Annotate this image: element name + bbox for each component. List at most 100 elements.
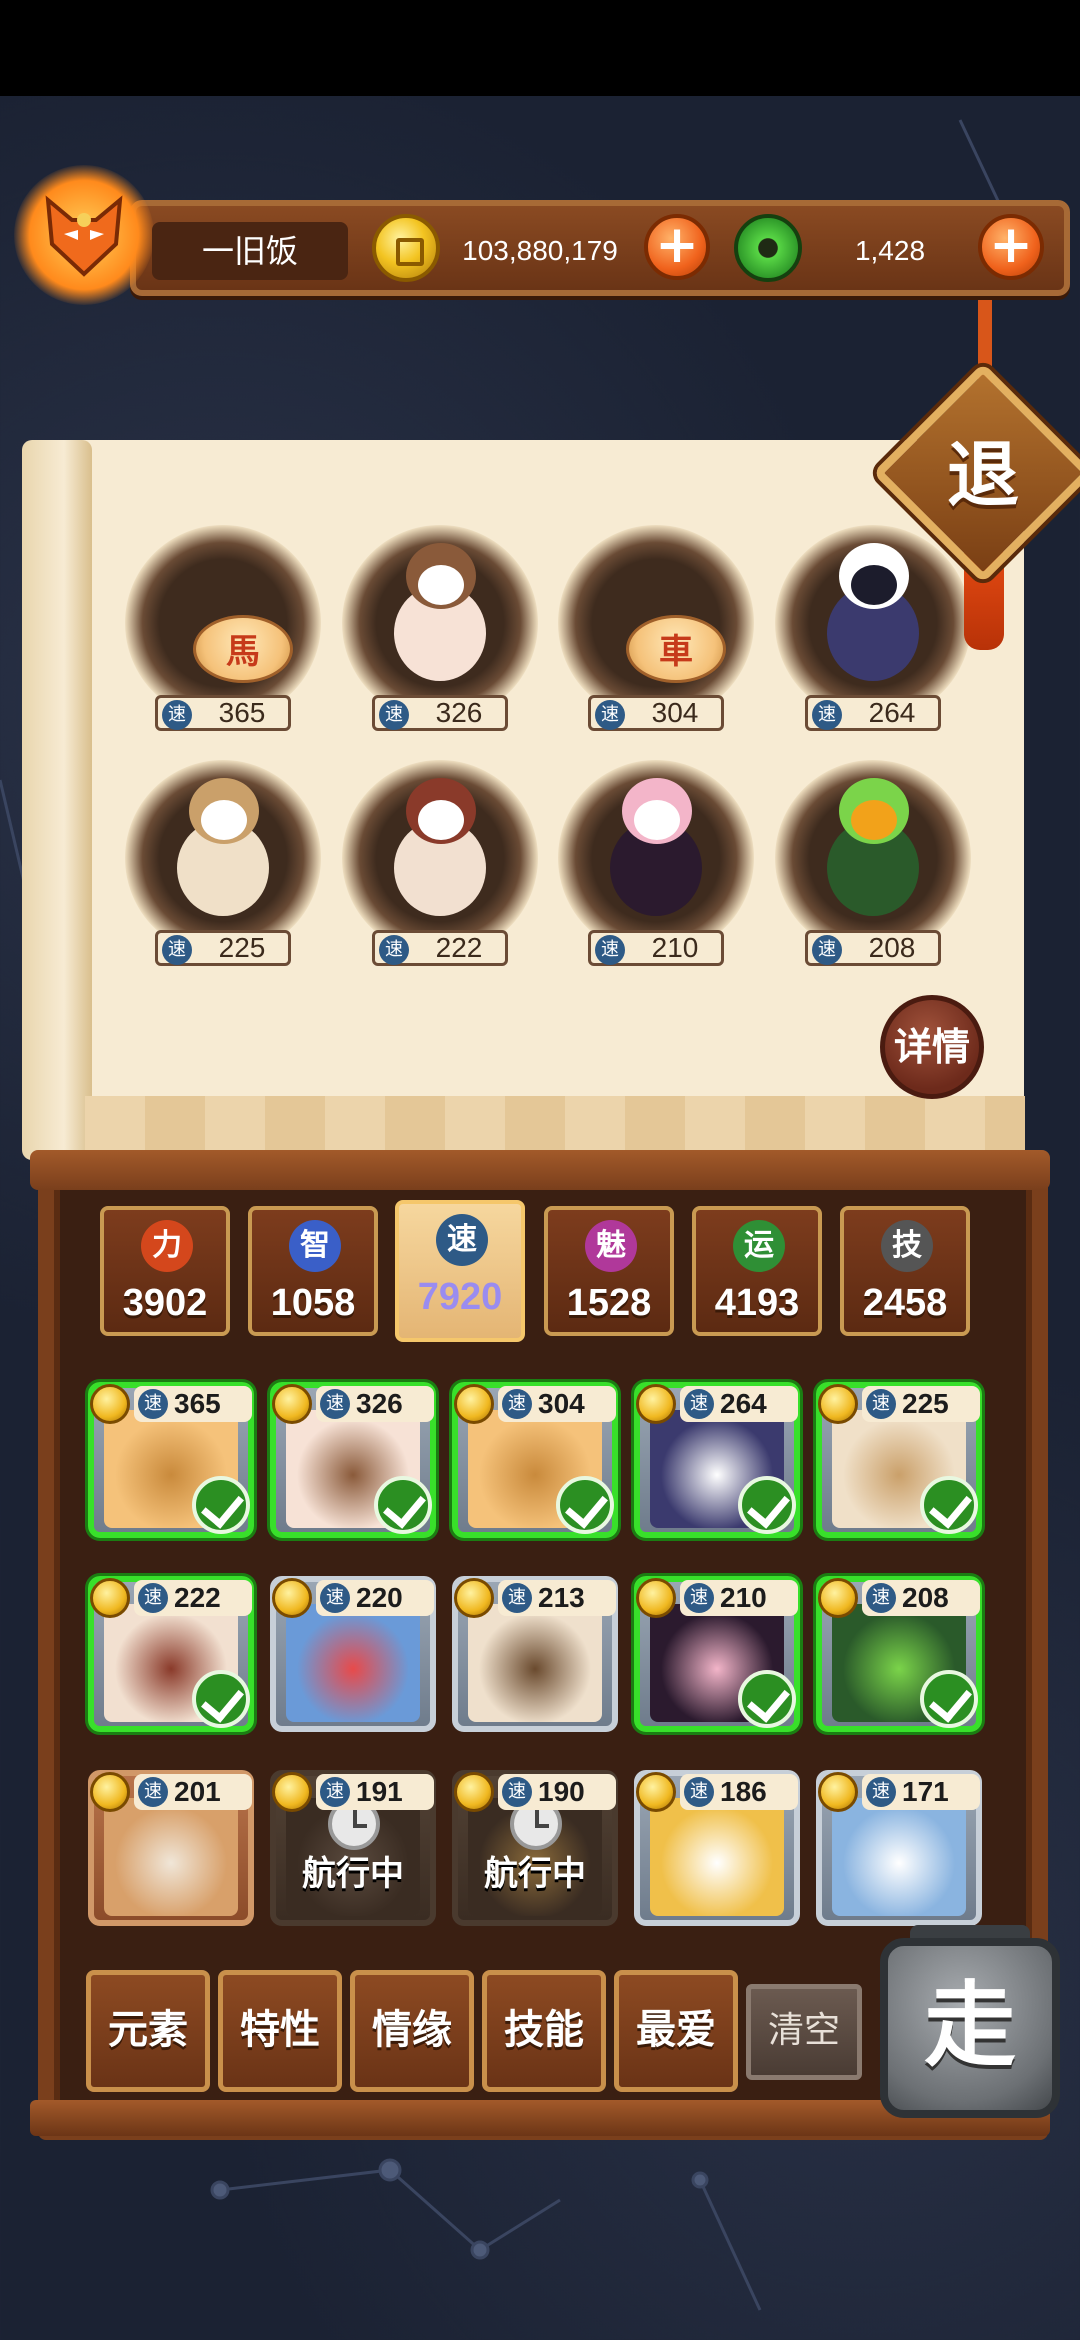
hero-portrait xyxy=(286,1604,420,1722)
lineup-slot[interactable]: 速 208 xyxy=(775,760,971,966)
star-icon xyxy=(272,1578,312,1618)
add-coins-button[interactable]: + xyxy=(644,214,710,280)
hero-card[interactable]: 速 365 xyxy=(88,1382,254,1538)
hero-card[interactable]: 速 213 xyxy=(452,1576,618,1732)
filter-button[interactable]: 元素 xyxy=(86,1970,210,2092)
hero-portrait xyxy=(832,1798,966,1916)
speed-badge: 速 326 xyxy=(372,695,508,731)
star-icon xyxy=(818,1578,858,1618)
stat-value: 1058 xyxy=(270,1282,356,1324)
filter-button[interactable]: 技能 xyxy=(482,1970,606,2092)
speed-badge: 速 210 xyxy=(588,930,724,966)
filter-button[interactable]: 特性 xyxy=(218,1970,342,2092)
hero-card[interactable]: 速 220 xyxy=(270,1576,436,1732)
speed-badge: 速 190 xyxy=(498,1774,616,1810)
speed-badge: 速 171 xyxy=(862,1774,980,1810)
speed-value: 208 xyxy=(902,1582,949,1613)
lineup-slot[interactable]: 速 225 xyxy=(125,760,321,966)
lineup-slot[interactable]: 速 264 xyxy=(775,525,971,731)
speed-value: 186 xyxy=(720,1776,767,1807)
speed-icon: 速 xyxy=(502,1777,532,1807)
hero-card[interactable]: 速 186 xyxy=(634,1770,800,1926)
speed-icon: 速 xyxy=(162,935,192,965)
star-icon xyxy=(636,1578,676,1618)
star-icon xyxy=(454,1578,494,1618)
hero-card[interactable]: 速 304 xyxy=(452,1382,618,1538)
chess-piece-label: 車 xyxy=(659,632,693,672)
speed-badge: 速 264 xyxy=(805,695,941,731)
cabinet-top-beam xyxy=(30,1150,1050,1190)
stat-tab[interactable]: 技 2458 xyxy=(840,1206,970,1336)
filter-button[interactable]: 情缘 xyxy=(350,1970,474,2092)
stat-tab[interactable]: 魅 1528 xyxy=(544,1206,674,1336)
hero-card[interactable]: 速 171 xyxy=(816,1770,982,1926)
hero-card[interactable]: 速 208 xyxy=(816,1576,982,1732)
speed-badge: 速 304 xyxy=(588,695,724,731)
stat-tab[interactable]: 智 1058 xyxy=(248,1206,378,1336)
hero-portrait xyxy=(650,1798,784,1916)
check-icon xyxy=(192,1670,250,1728)
hero-card[interactable]: 速 326 xyxy=(270,1382,436,1538)
speed-badge: 速 365 xyxy=(155,695,291,731)
stat-icon: 技 xyxy=(881,1220,933,1272)
speed-icon: 速 xyxy=(320,1389,350,1419)
star-icon xyxy=(272,1772,312,1812)
hero-portrait xyxy=(153,770,293,920)
hero-portrait: 車 xyxy=(586,535,726,685)
chess-piece-icon: 馬 xyxy=(193,615,293,683)
speed-badge: 速 191 xyxy=(316,1774,434,1810)
star-icon xyxy=(636,1384,676,1424)
star-icon xyxy=(90,1384,130,1424)
lineup-slot[interactable]: 速 326 xyxy=(342,525,538,731)
hero-card[interactable]: 速 222 xyxy=(88,1576,254,1732)
hero-portrait xyxy=(803,770,943,920)
speed-value: 365 xyxy=(174,1388,221,1419)
lineup-slot[interactable]: 速 210 xyxy=(558,760,754,966)
stat-tab[interactable]: 力 3902 xyxy=(100,1206,230,1336)
go-label: 走 xyxy=(923,1971,1016,2079)
detail-button[interactable]: 详情 xyxy=(880,995,984,1099)
speed-value: 201 xyxy=(174,1776,221,1807)
stat-value: 3902 xyxy=(122,1282,208,1324)
speed-value: 222 xyxy=(174,1582,221,1613)
hero-portrait xyxy=(104,1798,238,1916)
lineup-slot[interactable]: 馬速 365 xyxy=(125,525,321,731)
hero-card[interactable]: 速 225 xyxy=(816,1382,982,1538)
speed-value: 213 xyxy=(538,1582,585,1613)
hero-card[interactable]: 速 201 xyxy=(88,1770,254,1926)
speed-badge: 速 213 xyxy=(498,1580,616,1616)
stat-tab[interactable]: 运 4193 xyxy=(692,1206,822,1336)
speed-value: 208 xyxy=(868,932,916,963)
speed-icon: 速 xyxy=(502,1389,532,1419)
hero-card[interactable]: 速 264 xyxy=(634,1382,800,1538)
speed-value: 304 xyxy=(651,697,699,728)
speed-badge: 速 208 xyxy=(805,930,941,966)
hero-card[interactable]: 速 210 xyxy=(634,1576,800,1732)
hero-portrait: 馬 xyxy=(153,535,293,685)
fox-mask-icon xyxy=(45,195,123,277)
stat-tab[interactable]: 速 7920 xyxy=(395,1200,525,1342)
speed-badge: 速 220 xyxy=(316,1580,434,1616)
plus-icon: + xyxy=(655,215,699,275)
stat-icon: 速 xyxy=(436,1214,488,1266)
check-icon xyxy=(738,1476,796,1534)
speed-icon: 速 xyxy=(684,1777,714,1807)
check-icon xyxy=(556,1476,614,1534)
speed-icon: 速 xyxy=(866,1583,896,1613)
add-jade-button[interactable]: + xyxy=(978,214,1044,280)
star-icon xyxy=(454,1384,494,1424)
lineup-slot[interactable]: 速 222 xyxy=(342,760,538,966)
chess-piece-label: 馬 xyxy=(226,632,260,672)
speed-badge: 速 225 xyxy=(862,1386,980,1422)
check-icon xyxy=(374,1476,432,1534)
hero-card[interactable]: 航行中 速 190 xyxy=(452,1770,618,1926)
filter-button[interactable]: 最爱 xyxy=(614,1970,738,2092)
speed-icon: 速 xyxy=(502,1583,532,1613)
sailing-status: 航行中 xyxy=(484,1854,586,1894)
lineup-slot[interactable]: 車速 304 xyxy=(558,525,754,731)
clear-button[interactable]: 清空 xyxy=(746,1984,862,2080)
speed-badge: 速 201 xyxy=(134,1774,252,1810)
speed-icon: 速 xyxy=(138,1583,168,1613)
speed-badge: 速 210 xyxy=(680,1580,798,1616)
hero-card[interactable]: 航行中 速 191 xyxy=(270,1770,436,1926)
